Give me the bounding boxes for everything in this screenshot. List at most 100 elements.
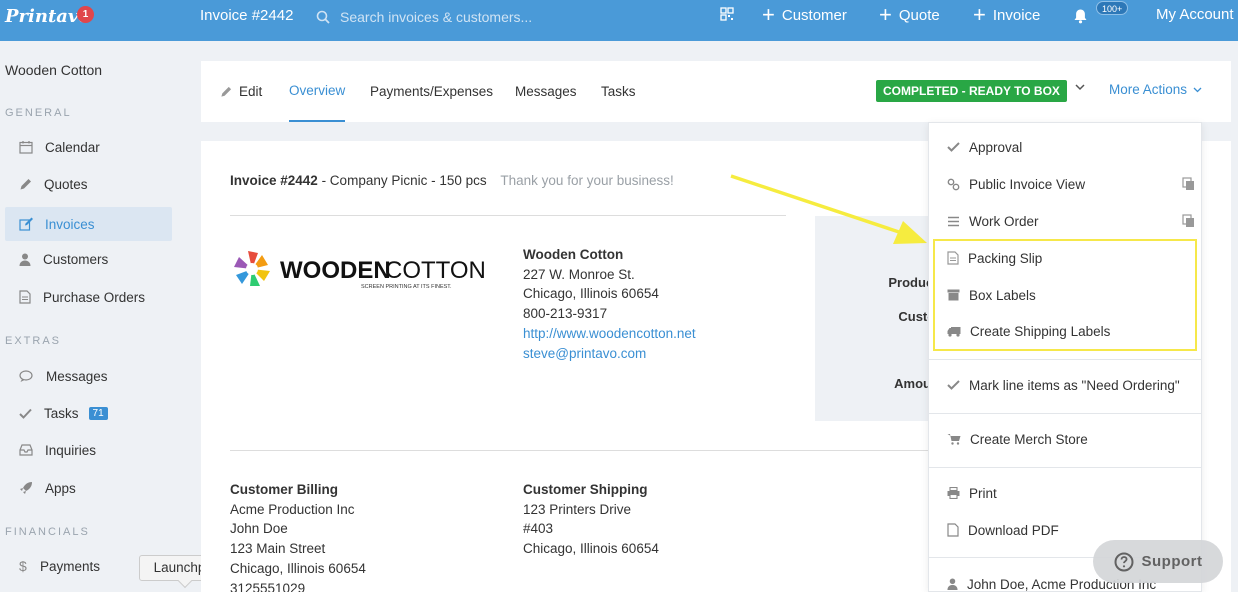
sidebar-item-label: Tasks — [44, 405, 79, 421]
notification-badge: 1 — [77, 6, 94, 23]
company-street: 227 W. Monroe St. — [523, 266, 635, 282]
tab-messages[interactable]: Messages — [515, 61, 577, 122]
check-icon — [947, 142, 960, 152]
billing-title: Customer Billing — [230, 482, 339, 497]
sidebar-item-quotes[interactable]: Quotes — [5, 167, 172, 201]
user-icon — [19, 253, 31, 266]
billing-street: 123 Main Street — [230, 541, 326, 557]
new-customer-button[interactable]: + Customer — [762, 2, 847, 27]
billing-phone: 3125551029 — [230, 580, 306, 592]
question-icon — [1114, 552, 1133, 571]
customer-billing: Customer Billing Acme Production Inc Joh… — [230, 480, 366, 592]
plus-icon: + — [879, 2, 892, 27]
search-placeholder: Search invoices & customers... — [340, 9, 533, 25]
sidebar-item-label: Apps — [45, 480, 76, 496]
company-logo: WOODEN COTTON SCREEN PRINTING AT ITS FIN… — [230, 245, 495, 298]
divider — [929, 359, 1201, 360]
sidebar-item-invoices[interactable]: Invoices — [5, 207, 172, 241]
document-icon — [947, 523, 959, 537]
search-input[interactable]: Search invoices & customers... — [316, 6, 696, 28]
billing-city: Chicago, Illinois 60654 — [230, 560, 366, 576]
company-name: Wooden Cotton — [523, 247, 624, 262]
menu-item-need-ordering[interactable]: Mark line items as "Need Ordering" — [947, 373, 1187, 397]
sidebar-item-label: Calendar — [45, 139, 100, 155]
menu-item-label: Print — [969, 485, 997, 501]
notifications-button[interactable] — [1073, 8, 1088, 24]
tab-overview[interactable]: Overview — [289, 61, 346, 122]
menu-item-work-order[interactable]: Work Order — [947, 209, 1194, 233]
new-customer-label: Customer — [781, 6, 847, 24]
chevron-down-icon[interactable] — [1075, 84, 1085, 91]
top-navigation-bar: Printavo 1 Invoice #2442 Search invoices… — [0, 0, 1238, 41]
billing-company: Acme Production Inc — [230, 501, 355, 517]
sidebar-item-label: Customers — [43, 251, 109, 267]
tab-payments-expenses[interactable]: Payments/Expenses — [370, 61, 493, 122]
menu-item-public-invoice-view[interactable]: Public Invoice View — [947, 172, 1194, 196]
link-icon — [947, 178, 960, 190]
tab-edit[interactable]: Edit — [220, 61, 262, 122]
sidebar-item-customers[interactable]: Customers — [5, 242, 172, 276]
notification-count-badge: 100+ — [1096, 1, 1129, 15]
section-financials-title: FINANCIALS — [5, 526, 90, 538]
menu-item-label: Work Order — [969, 213, 1039, 229]
invoice-tabs-bar: Edit Overview Payments/Expenses Messages… — [201, 61, 1231, 122]
company-name: Wooden Cotton — [5, 62, 103, 78]
printavo-logo[interactable]: Printavo 1 — [5, 6, 94, 27]
company-website-link[interactable]: http://www.woodencotton.net — [523, 324, 696, 344]
tab-overview-label: Overview — [289, 83, 346, 98]
sidebar-item-inquiries[interactable]: Inquiries — [5, 433, 172, 467]
sidebar-item-messages[interactable]: Messages — [5, 359, 172, 393]
check-icon — [19, 408, 32, 419]
sidebar-item-label: Invoices — [45, 216, 95, 232]
my-account-menu[interactable]: My Account — [1156, 6, 1234, 23]
search-icon — [316, 10, 330, 24]
qr-code-button[interactable] — [720, 7, 734, 21]
section-general-title: GENERAL — [5, 107, 72, 119]
new-invoice-button[interactable]: + Invoice — [973, 4, 1040, 26]
more-actions-button[interactable]: More Actions — [1109, 82, 1202, 97]
bell-icon — [1074, 9, 1087, 24]
menu-item-download-pdf[interactable]: Download PDF — [947, 518, 1187, 542]
divider — [929, 413, 1201, 414]
sidebar-item-label: Quotes — [44, 176, 88, 192]
support-button[interactable]: Support — [1093, 540, 1223, 583]
inbox-icon — [19, 444, 33, 456]
new-quote-button[interactable]: + Quote — [879, 2, 940, 27]
document-icon — [19, 290, 31, 304]
company-phone: 800-213-9317 — [523, 306, 608, 322]
sidebar-item-purchase-orders[interactable]: Purchase Orders — [5, 280, 172, 314]
company-address: Wooden Cotton 227 W. Monroe St. Chicago,… — [523, 245, 696, 363]
copy-icon[interactable] — [1182, 177, 1195, 191]
divider — [230, 450, 970, 451]
tab-tasks[interactable]: Tasks — [601, 61, 636, 122]
copy-icon[interactable] — [1182, 214, 1195, 228]
menu-item-print[interactable]: Print — [947, 481, 1187, 505]
pencil-icon — [20, 178, 31, 189]
sidebar-item-apps[interactable]: Apps — [5, 471, 172, 505]
dollar-icon: $ — [19, 558, 27, 574]
my-account-label: My Account — [1156, 6, 1234, 23]
sidebar-item-label: Purchase Orders — [43, 289, 146, 305]
list-icon — [948, 216, 959, 226]
company-email-link[interactable]: steve@printavo.com — [523, 344, 696, 364]
edit-icon — [19, 217, 33, 231]
check-icon — [947, 380, 960, 390]
tab-payments-label: Payments/Expenses — [370, 84, 494, 99]
annotation-arrow — [730, 174, 927, 244]
more-actions-label: More Actions — [1109, 82, 1188, 97]
tasks-count-badge: 71 — [88, 406, 108, 420]
menu-item-create-merch-store[interactable]: Create Merch Store — [947, 427, 1187, 451]
invoice-description: - Company Picnic - 150 pcs — [317, 173, 487, 188]
sidebar-item-tasks[interactable]: Tasks 71 — [5, 396, 172, 430]
sidebar-item-calendar[interactable]: Calendar — [5, 130, 172, 164]
chevron-down-icon — [1193, 87, 1202, 92]
invoice-header: Invoice #2442 - Company Picnic - 150 pcs… — [230, 173, 674, 188]
plus-icon: + — [762, 2, 775, 27]
invoice-number: Invoice #2442 — [230, 173, 318, 188]
sidebar-item-label: Inquiries — [45, 442, 97, 458]
status-badge[interactable]: COMPLETED - READY TO BOX — [876, 80, 1067, 102]
menu-item-approval[interactable]: Approval — [947, 135, 1187, 159]
user-icon — [947, 578, 958, 590]
menu-item-label: Approval — [969, 139, 1023, 155]
thank-you-note: Thank you for your business! — [500, 173, 674, 188]
